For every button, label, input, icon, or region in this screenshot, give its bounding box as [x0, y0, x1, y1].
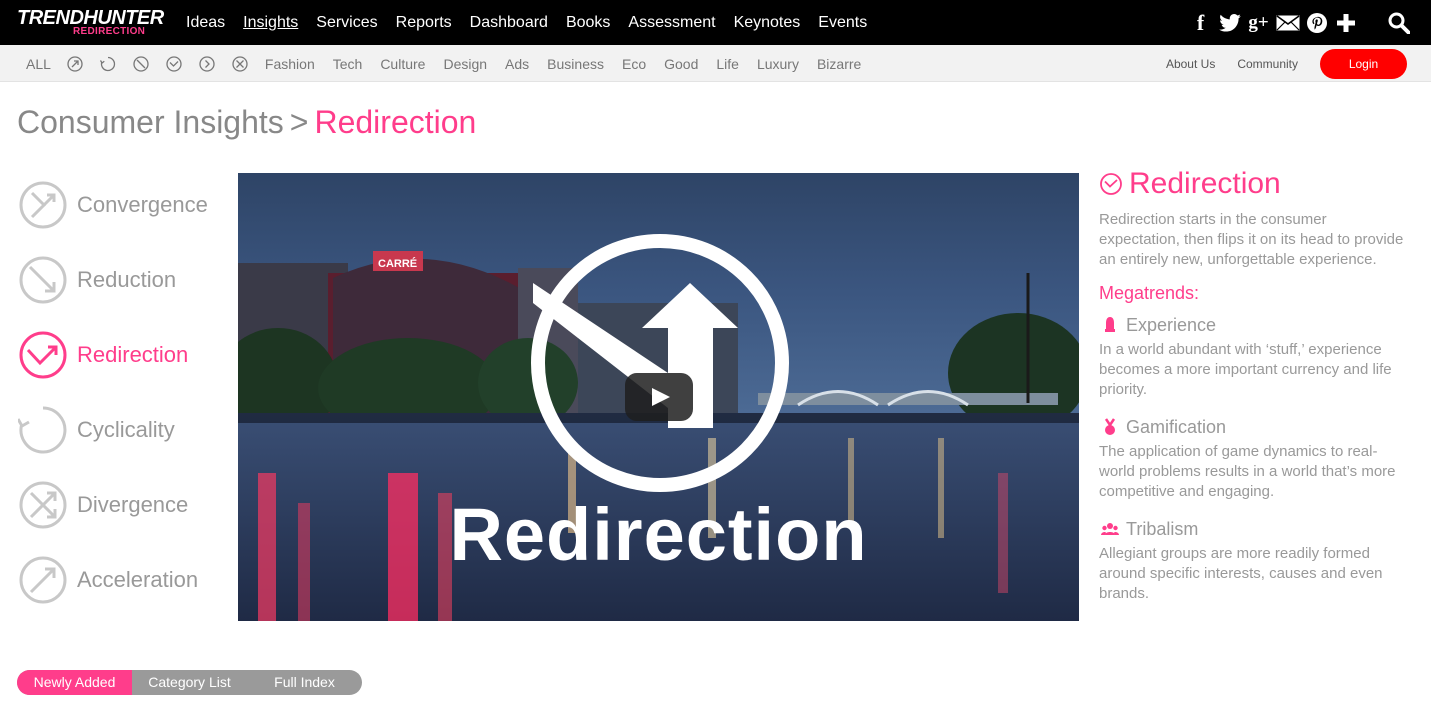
megatrend-name[interactable]: Gamification [1126, 416, 1226, 438]
redirection-icon [1099, 172, 1123, 196]
trend-item-convergence[interactable]: Convergence [18, 180, 208, 230]
nav-assessment[interactable]: Assessment [628, 13, 715, 33]
convergence-icon[interactable] [67, 55, 83, 72]
logo-sub-text: REDIRECTION [73, 26, 146, 37]
page-title: Redirection [314, 104, 477, 140]
social-links: f g+ [1186, 0, 1431, 45]
category-business[interactable]: Business [547, 55, 604, 73]
account-links: About Us Community Login [1166, 45, 1407, 82]
plus-icon[interactable] [1331, 13, 1360, 32]
category-fashion[interactable]: Fashion [265, 55, 315, 73]
category-culture[interactable]: Culture [380, 55, 425, 73]
video-overlay-title: Redirection [449, 493, 868, 576]
megatrend-description: In a world abundant with ‘stuff,’ experi… [1099, 341, 1392, 398]
community-link[interactable]: Community [1237, 57, 1298, 71]
divergence-icon[interactable] [232, 55, 248, 72]
nav-keynotes[interactable]: Keynotes [734, 13, 801, 33]
play-button[interactable] [625, 373, 693, 421]
login-button[interactable]: Login [1320, 48, 1407, 79]
category-ads[interactable]: Ads [505, 55, 529, 73]
megatrends-heading: Megatrends: [1099, 283, 1200, 303]
category-all[interactable]: ALL [26, 55, 51, 73]
facebook-icon[interactable]: f [1186, 11, 1215, 33]
category-luxury[interactable]: Luxury [757, 55, 799, 73]
twitter-icon[interactable] [1215, 13, 1244, 32]
redirection-icon[interactable] [166, 55, 182, 72]
medal-icon [1101, 418, 1119, 436]
carre-sign: CARRÉ [378, 257, 417, 270]
group-icon [1101, 520, 1119, 538]
trendhunter-logo[interactable]: TRENDHUNTER REDIRECTION [17, 6, 165, 40]
nav-services[interactable]: Services [316, 13, 377, 33]
category-good[interactable]: Good [664, 55, 698, 73]
convergence-icon [18, 180, 68, 230]
tab-full-index[interactable]: Full Index [247, 670, 362, 695]
megatrend-gamification: Gamification The application of game dyn… [1099, 416, 1409, 502]
breadcrumb-parent[interactable]: Consumer Insights [17, 104, 284, 140]
search-icon[interactable] [1384, 12, 1413, 34]
about-us-link[interactable]: About Us [1166, 57, 1215, 71]
category-eco[interactable]: Eco [622, 55, 646, 73]
listing-tabs: Newly Added Category List Full Index [17, 670, 362, 695]
cyclicality-icon[interactable] [99, 56, 116, 72]
trend-label: Divergence [77, 492, 189, 517]
breadcrumb: Consumer Insights > Redirection [17, 103, 476, 141]
trend-item-divergence[interactable]: Divergence [18, 480, 188, 530]
acceleration-icon[interactable] [199, 55, 215, 72]
video-player[interactable]: CARRÉ Redirection [238, 173, 1079, 621]
email-icon[interactable] [1273, 14, 1302, 31]
experience-icon [1101, 316, 1119, 334]
trend-item-reduction[interactable]: Reduction [18, 255, 176, 305]
breadcrumb-separator: > [289, 104, 309, 140]
trend-label: Convergence [77, 192, 208, 217]
trend-item-cyclicality[interactable]: Cyclicality [18, 405, 175, 455]
panel-title-text: Redirection [1129, 167, 1281, 200]
trend-info-panel: Redirection Redirection starts in the co… [1099, 166, 1409, 604]
category-life[interactable]: Life [716, 55, 739, 73]
megatrend-experience: Experience In a world abundant with ‘stu… [1099, 314, 1409, 400]
megatrend-description: The application of game dynamics to real… [1099, 443, 1396, 500]
panel-title: Redirection [1099, 166, 1409, 202]
divergence-icon [18, 480, 68, 530]
reduction-icon[interactable] [133, 55, 149, 72]
cyclicality-icon [18, 405, 68, 455]
trend-item-acceleration[interactable]: Acceleration [18, 555, 198, 605]
megatrend-tribalism: Tribalism Allegiant groups are more read… [1099, 518, 1409, 604]
megatrend-name[interactable]: Experience [1126, 314, 1216, 336]
nav-insights[interactable]: Insights [243, 13, 298, 33]
category-bar: ALL Fashion Tech Culture Design Ads Busi… [0, 45, 1431, 82]
reduction-icon [18, 255, 68, 305]
trend-item-redirection[interactable]: Redirection [18, 330, 188, 380]
nav-reports[interactable]: Reports [396, 13, 452, 33]
panel-description: Redirection starts in the consumer expec… [1099, 211, 1404, 268]
tab-category-list[interactable]: Category List [132, 670, 247, 695]
nav-events[interactable]: Events [818, 13, 867, 33]
trend-label: Cyclicality [77, 417, 175, 442]
trend-label: Acceleration [77, 567, 199, 592]
tab-newly-added[interactable]: Newly Added [17, 670, 132, 695]
trend-label: Redirection [77, 342, 189, 367]
main-nav: Ideas Insights Services Reports Dashboar… [186, 0, 885, 45]
acceleration-icon [18, 555, 68, 605]
redirection-icon [18, 330, 68, 380]
google-plus-icon[interactable]: g+ [1244, 12, 1273, 33]
megatrend-name[interactable]: Tribalism [1126, 518, 1198, 540]
top-bar: TRENDHUNTER REDIRECTION Ideas Insights S… [0, 0, 1431, 45]
category-design[interactable]: Design [443, 55, 487, 73]
nav-ideas[interactable]: Ideas [186, 13, 225, 33]
pinterest-icon[interactable] [1302, 12, 1331, 33]
nav-dashboard[interactable]: Dashboard [470, 13, 548, 33]
category-tech[interactable]: Tech [333, 55, 363, 73]
category-list: ALL Fashion Tech Culture Design Ads Busi… [26, 45, 879, 82]
nav-books[interactable]: Books [566, 13, 610, 33]
category-bizarre[interactable]: Bizarre [817, 55, 861, 73]
trend-label: Reduction [77, 267, 177, 292]
megatrend-description: Allegiant groups are more readily formed… [1099, 545, 1383, 602]
